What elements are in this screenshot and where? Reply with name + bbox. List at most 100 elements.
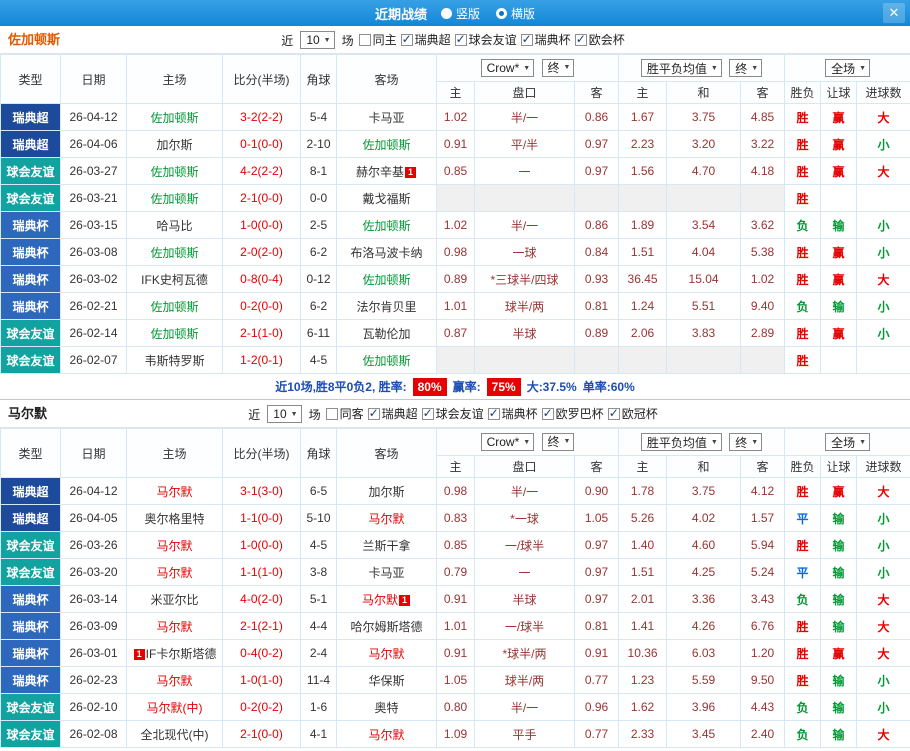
- result-text: 大: [877, 592, 890, 607]
- filter-checkbox[interactable]: [358, 33, 371, 46]
- filter-checkbox[interactable]: [487, 406, 500, 420]
- final-odds-select[interactable]: 终 ▼: [541, 432, 575, 451]
- avg-home-odds: 1.51: [618, 238, 668, 266]
- final-odds-select[interactable]: 终 ▼: [541, 58, 575, 77]
- avg-away-odds: 4.12: [740, 477, 786, 505]
- radio-icon[interactable]: [496, 7, 507, 19]
- filter-checkbox[interactable]: [541, 406, 554, 420]
- odds-away: 0.93: [573, 265, 620, 293]
- filter-item: 欧会杯: [574, 31, 625, 48]
- filter-checkbox[interactable]: [520, 32, 533, 46]
- col-avg-draw: 和: [666, 81, 742, 104]
- team-name: IFK史柯瓦德: [141, 272, 208, 287]
- scope-select[interactable]: 全场 ▼: [825, 59, 871, 77]
- match-date: 26-02-07: [60, 346, 127, 374]
- final-avg-select[interactable]: 终 ▼: [729, 433, 763, 451]
- result-text: 负: [796, 299, 809, 314]
- filter-label: 瑞典杯: [534, 33, 571, 48]
- odds-away: 0.77: [573, 666, 620, 694]
- match-date: 26-03-27: [60, 157, 127, 185]
- match-count-select[interactable]: 10 ▼: [267, 405, 302, 423]
- final-avg-select[interactable]: 终 ▼: [729, 59, 763, 77]
- away-team: 佐加顿斯: [336, 265, 437, 293]
- col-avg-home: 主: [618, 455, 668, 478]
- match-row: 瑞典杯 26-03-15 哈马比 1-0(0-0) 2-5 佐加顿斯 1.02 半/一 0.86…: [0, 211, 910, 239]
- filter-checkbox[interactable]: [367, 406, 380, 420]
- result-text: 输: [832, 299, 845, 314]
- away-team: 马尔默 1: [336, 585, 437, 613]
- col-goals: 进球数: [856, 455, 910, 478]
- filter-checkbox[interactable]: [574, 32, 587, 46]
- close-button[interactable]: ✕: [883, 3, 905, 23]
- corner-score: 6-2: [300, 292, 337, 320]
- avg-away-odds: 4.43: [740, 693, 786, 721]
- summary-text: 近10场,胜8平0负2, 胜率:: [275, 380, 407, 394]
- result-cell: 平: [784, 504, 822, 532]
- scope-select[interactable]: 全场 ▼: [825, 433, 871, 451]
- match-count-select[interactable]: 10 ▼: [300, 31, 335, 49]
- odds-away: 0.81: [573, 292, 620, 320]
- filter-item: 球会友谊: [454, 31, 517, 48]
- rank-badge: 1: [405, 166, 416, 178]
- filter-checkbox[interactable]: [400, 32, 413, 46]
- goals-result-cell: 小: [856, 558, 910, 586]
- score: 1-0(0-0): [222, 211, 301, 239]
- team-name: 马尔默: [156, 619, 193, 634]
- team-name: 佐加顿斯: [150, 299, 199, 314]
- team-name: 马尔默: [156, 484, 193, 499]
- score: 3-2(2-2): [222, 103, 301, 131]
- avg-select[interactable]: 胜平负均值 ▼: [640, 433, 722, 451]
- result-cell: 胜: [784, 184, 822, 212]
- team-name: 马尔默(中): [146, 700, 203, 715]
- team-name: 加尔斯: [368, 484, 405, 499]
- away-team: 卡马亚: [336, 103, 437, 131]
- filter-checkbox[interactable]: [421, 406, 434, 420]
- score: 1-2(0-1): [222, 346, 301, 374]
- avg-home-odds: 1.67: [618, 103, 668, 131]
- layout-radio-selected[interactable]: 横版: [496, 5, 535, 22]
- handicap-result-cell: 输: [820, 531, 858, 559]
- avg-home-odds: 2.06: [618, 319, 668, 347]
- avg-select[interactable]: 胜平负均值 ▼: [640, 59, 722, 77]
- home-team: 马尔默(中): [126, 693, 223, 721]
- result-text: 胜: [796, 646, 809, 661]
- avg-draw-odds: 3.20: [666, 130, 742, 158]
- home-team: 佐加顿斯: [126, 103, 223, 131]
- odds-handicap: 半球: [474, 585, 575, 613]
- team-name: 马尔默: [368, 646, 405, 661]
- filter-checkbox[interactable]: [607, 406, 620, 420]
- home-team: 佐加顿斯: [126, 157, 223, 185]
- company-select[interactable]: Crow* ▼: [480, 433, 535, 452]
- goals-result-cell: 大: [856, 612, 910, 640]
- filter-checkbox[interactable]: [454, 32, 467, 46]
- result-cell: 胜: [784, 666, 822, 694]
- company-select[interactable]: Crow* ▼: [480, 59, 535, 78]
- match-row: 球会友谊 26-02-14 佐加顿斯 2-1(1-0) 6-11 瓦勒伦加 0.87 半球 0.…: [0, 319, 910, 347]
- filter-label: 瑞典杯: [501, 407, 538, 422]
- avg-away-odds: 5.24: [740, 558, 786, 586]
- result-cell: 负: [784, 693, 822, 721]
- avg-away-odds: 3.43: [740, 585, 786, 613]
- result-text: 输: [832, 700, 845, 715]
- score: 1-1(0-0): [222, 504, 301, 532]
- result-text: 小: [877, 218, 890, 233]
- match-date: 26-03-01: [60, 639, 127, 667]
- handicap-result-cell: 输: [820, 693, 858, 721]
- radio-icon[interactable]: [440, 7, 452, 19]
- avg-draw-odds: 3.83: [666, 319, 742, 347]
- summary-text: 单率:60%: [582, 380, 635, 394]
- layout-radio-option[interactable]: 竖版: [440, 5, 480, 22]
- avg-home-odds: 1.24: [618, 292, 668, 320]
- result-text: 赢: [832, 137, 845, 152]
- odds-handicap: 一球: [474, 238, 575, 266]
- filter-checkbox[interactable]: [325, 407, 338, 420]
- result-text: 输: [832, 218, 845, 233]
- team-name: 佐加顿斯: [150, 110, 199, 125]
- match-row: 瑞典杯 26-03-02 IFK史柯瓦德 0-8(0-4) 0-12 佐加顿斯 0.89 *三…: [0, 265, 910, 293]
- result-text: 负: [796, 218, 809, 233]
- avg-draw-odds: 4.60: [666, 531, 742, 559]
- result-text: 小: [877, 538, 890, 553]
- goals-result-cell: [856, 346, 910, 374]
- filter-label: 瑞典超: [414, 33, 451, 48]
- result-text: 平: [796, 565, 809, 580]
